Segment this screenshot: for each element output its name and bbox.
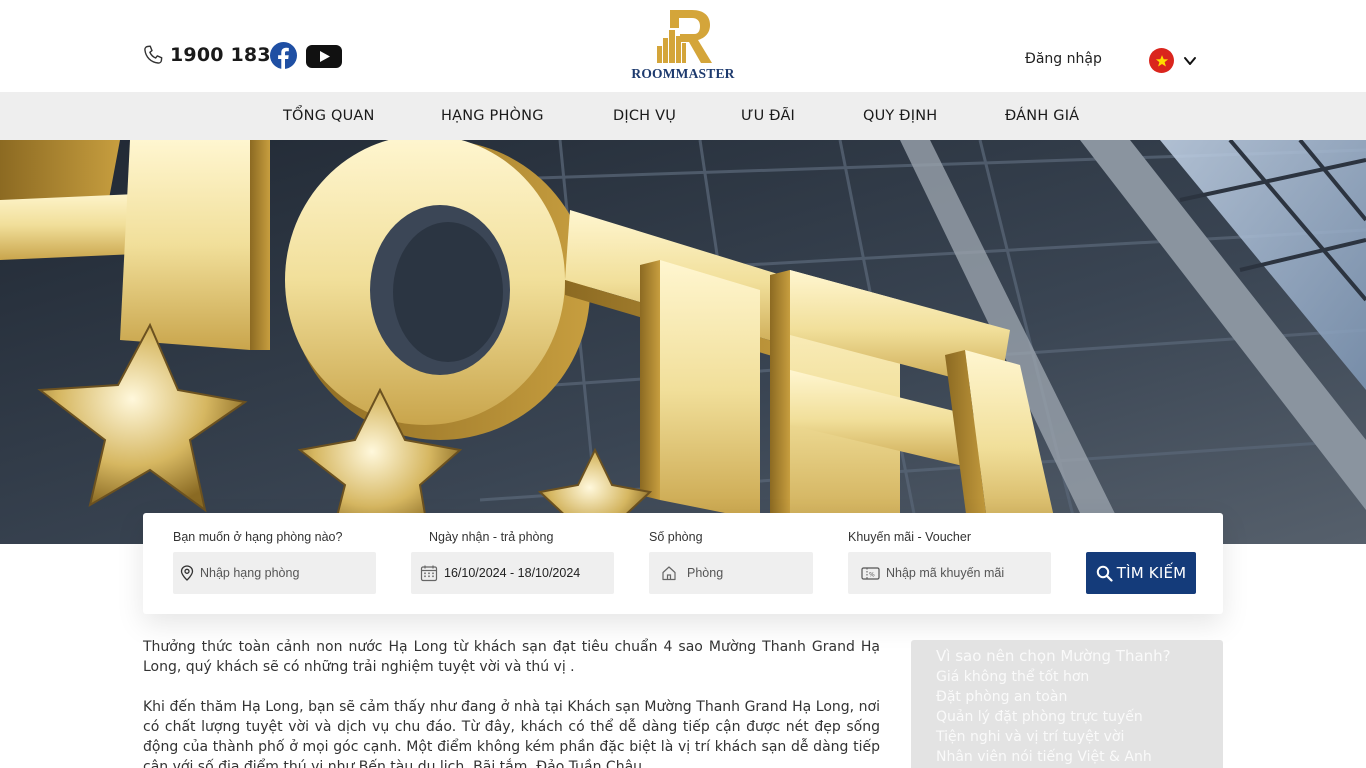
star-icon — [1155, 54, 1168, 66]
location-pin-icon — [180, 565, 194, 581]
chevron-down-icon[interactable] — [1183, 55, 1197, 67]
nav-item-services[interactable]: DỊCH VỤ — [613, 108, 676, 124]
nav-item-reviews[interactable]: ĐÁNH GIÁ — [1005, 108, 1079, 124]
login-link[interactable]: Đăng nhập — [1025, 51, 1102, 67]
logo[interactable]: ROOMMASTER — [628, 8, 738, 82]
phone-number: 1900 1833 — [170, 44, 285, 66]
hotline[interactable]: 1900 1833 — [141, 42, 284, 68]
booking-search-panel: Bạn muốn ở hạng phòng nào? Nhập hạng phò… — [143, 513, 1223, 614]
rooms-input[interactable]: Phòng — [649, 552, 813, 594]
voucher-tag-icon: % — [861, 566, 880, 580]
voucher-label: Khuyến mãi - Voucher — [848, 530, 971, 544]
dates-label: Ngày nhận - trả phòng — [429, 530, 554, 544]
facebook-icon[interactable] — [270, 42, 297, 69]
search-button[interactable]: TÌM KIẾM — [1086, 552, 1196, 594]
nav-item-overview[interactable]: TỔNG QUAN — [283, 108, 375, 124]
date-range-input[interactable]: 16/10/2024 - 18/10/2024 — [411, 552, 614, 594]
why-item: Quản lý đặt phòng trực tuyến — [936, 709, 1143, 725]
why-item: Nhân viên nói tiếng Việt & Anh — [936, 749, 1152, 765]
why-item: Giá không thể tốt hơn — [936, 669, 1090, 685]
nav-item-policies[interactable]: QUY ĐỊNH — [863, 108, 937, 124]
room-type-placeholder: Nhập hạng phòng — [200, 566, 300, 580]
room-type-label: Bạn muốn ở hạng phòng nào? — [173, 530, 343, 544]
home-icon — [662, 566, 676, 581]
description-paragraph: Khi đến thăm Hạ Long, bạn sẽ cảm thấy nh… — [143, 699, 880, 768]
nav-item-room-types[interactable]: HẠNG PHÒNG — [441, 108, 544, 124]
nav-item-offers[interactable]: ƯU ĐÃI — [741, 108, 795, 124]
rooms-label: Số phòng — [649, 530, 703, 544]
description-paragraph: Thưởng thức toàn cảnh non nước Hạ Long t… — [143, 639, 880, 675]
hero-banner — [0, 140, 1366, 544]
room-type-input[interactable]: Nhập hạng phòng — [173, 552, 376, 594]
hotel-sign-illustration — [0, 140, 1366, 544]
search-icon — [1096, 565, 1113, 582]
main-nav: TỔNG QUAN HẠNG PHÒNG DỊCH VỤ ƯU ĐÃI QUY … — [0, 92, 1366, 140]
logo-mark-icon — [657, 10, 712, 63]
svg-text:%: % — [869, 571, 875, 578]
logo-text: ROOMMASTER — [631, 66, 735, 81]
why-item: Tiện nghi và vị trí tuyệt vời — [936, 729, 1125, 745]
vietnam-flag-icon[interactable] — [1149, 48, 1174, 73]
why-choose-title: Vì sao nên chọn Mường Thanh? — [936, 647, 1171, 665]
voucher-input[interactable]: % Nhập mã khuyến mãi — [848, 552, 1051, 594]
date-range-value: 16/10/2024 - 18/10/2024 — [444, 566, 581, 580]
header: 1900 1833 ROOMMASTER Đăng nhập — [0, 0, 1366, 92]
phone-icon — [144, 45, 163, 64]
why-choose-box: Vì sao nên chọn Mường Thanh? Giá không t… — [911, 640, 1223, 768]
voucher-placeholder: Nhập mã khuyến mãi — [886, 566, 1005, 580]
youtube-icon[interactable] — [306, 45, 342, 68]
hotel-description: Thưởng thức toàn cảnh non nước Hạ Long t… — [143, 637, 880, 768]
search-button-label: TÌM KIẾM — [1116, 564, 1187, 582]
calendar-icon — [420, 565, 438, 582]
rooms-placeholder: Phòng — [687, 566, 724, 580]
why-item: Đặt phòng an toàn — [936, 689, 1068, 705]
